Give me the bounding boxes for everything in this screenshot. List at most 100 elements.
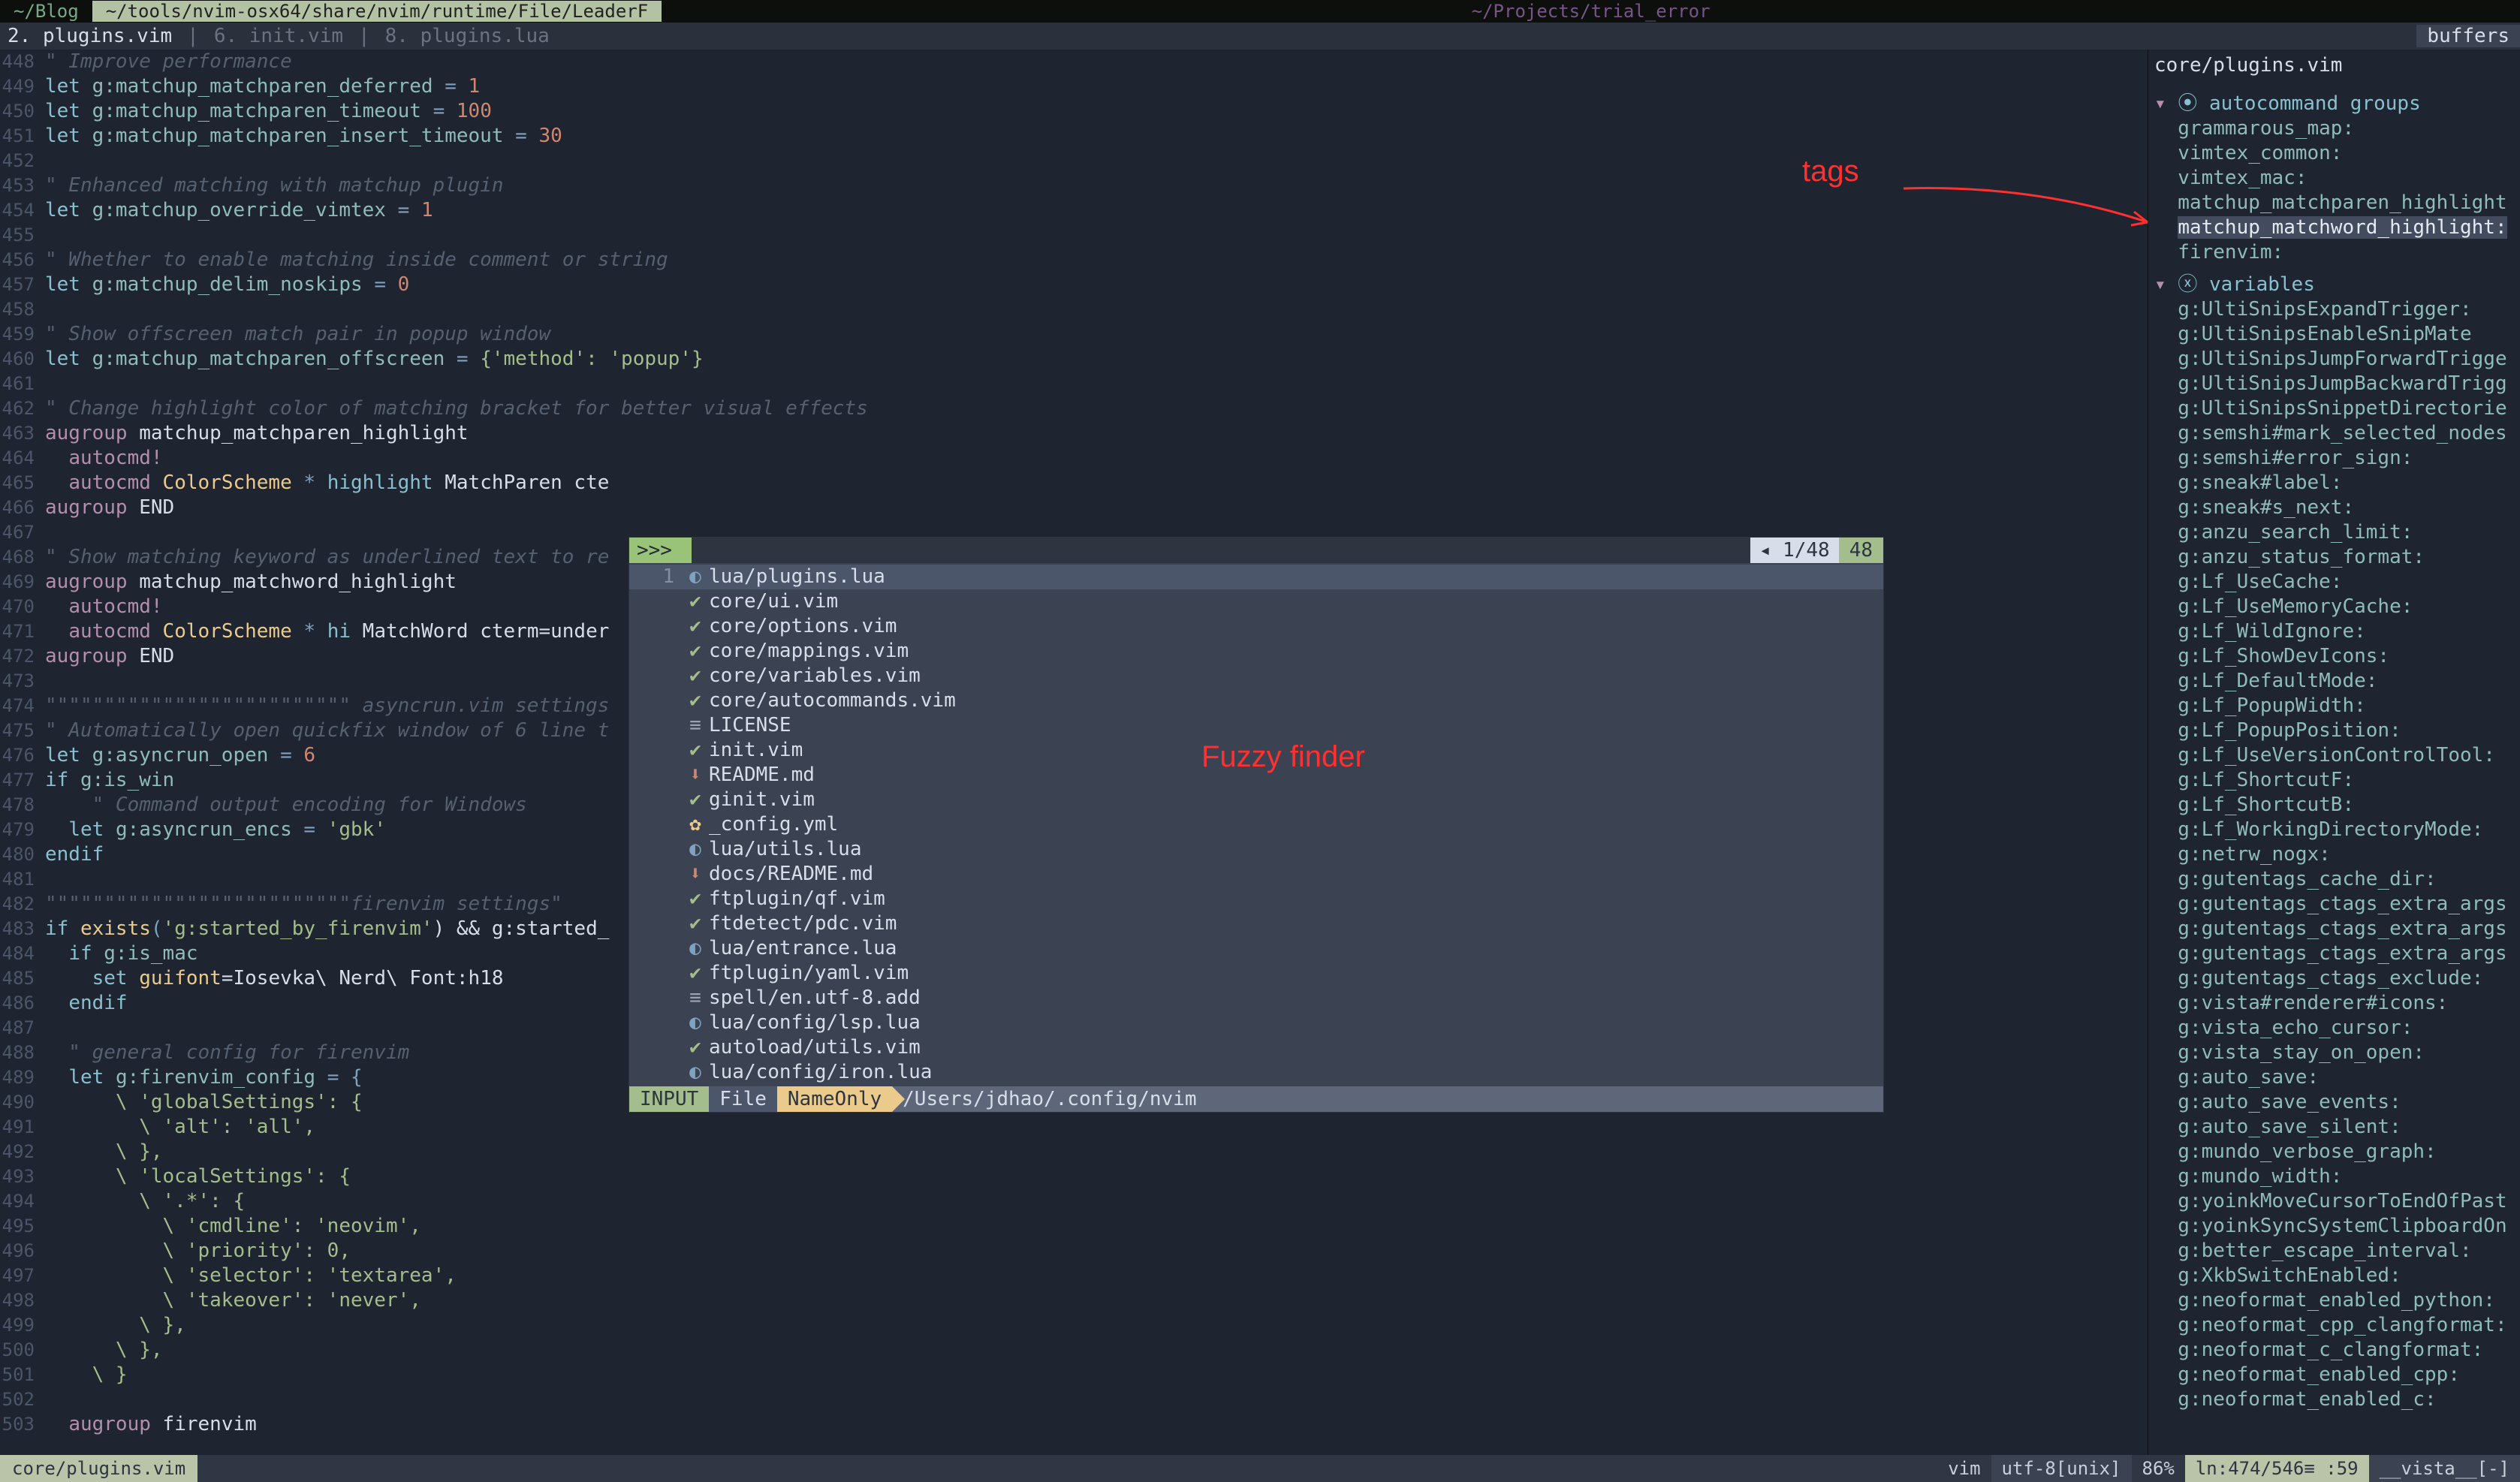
vista-tag[interactable]: g:Lf_ShortcutB:: [2154, 793, 2514, 818]
leaderf-item[interactable]: ✔ftplugin/yaml.vim: [629, 961, 1883, 986]
vista-tag[interactable]: g:netrw_nogx:: [2154, 842, 2514, 867]
leaderf-item[interactable]: ≡spell/en.utf-8.add: [629, 986, 1883, 1011]
leaderf-item[interactable]: ◐lua/config/iron.lua: [629, 1060, 1883, 1085]
vista-tag[interactable]: g:vista_stay_on_open:: [2154, 1041, 2514, 1065]
vista-tag[interactable]: matchup_matchword_highlight:: [2154, 215, 2514, 240]
vista-tag[interactable]: g:gutentags_ctags_exclude:: [2154, 966, 2514, 991]
vista-tag[interactable]: g:mundo_width:: [2154, 1164, 2514, 1189]
vista-tag[interactable]: g:Lf_WorkingDirectoryMode:: [2154, 818, 2514, 842]
leaderf-item[interactable]: ✔autoload/utils.vim: [629, 1035, 1883, 1060]
vista-tag[interactable]: g:yoinkMoveCursorToEndOfPast: [2154, 1189, 2514, 1214]
code-line[interactable]: 451let g:matchup_matchparen_insert_timeo…: [0, 124, 2148, 149]
code-line[interactable]: 458: [0, 297, 2148, 322]
code-line[interactable]: 448" Improve performance: [0, 50, 2148, 74]
leaderf-list[interactable]: 1◐lua/plugins.lua✔core/ui.vim✔core/optio…: [629, 563, 1883, 1086]
code-editor[interactable]: 448" Improve performance449let g:matchup…: [0, 50, 2148, 1455]
buffer-plugins-lua[interactable]: 8. plugins.lua: [378, 25, 557, 47]
vista-tag[interactable]: g:Lf_ShortcutF:: [2154, 768, 2514, 793]
code-line[interactable]: 502: [0, 1387, 2148, 1412]
leaderf-item[interactable]: ✔core/options.vim: [629, 614, 1883, 639]
leaderf-item[interactable]: ≡LICENSE: [629, 713, 1883, 738]
vista-tag[interactable]: g:mundo_verbose_graph:: [2154, 1140, 2514, 1164]
code-line[interactable]: 457let g:matchup_delim_noskips = 0: [0, 273, 2148, 297]
vista-tag[interactable]: g:better_escape_interval:: [2154, 1239, 2514, 1264]
vista-tag[interactable]: g:gutentags_cache_dir:: [2154, 867, 2514, 892]
vista-tag[interactable]: matchup_matchparen_highlight: [2154, 191, 2514, 215]
vista-tag[interactable]: g:UltiSnipsExpandTrigger:: [2154, 297, 2514, 322]
code-line[interactable]: 494 \ '.*': {: [0, 1189, 2148, 1214]
tab-blog[interactable]: ~/Blog: [0, 1, 92, 22]
code-line[interactable]: 464 autocmd!: [0, 446, 2148, 471]
leaderf-item[interactable]: ✔core/variables.vim: [629, 664, 1883, 688]
code-line[interactable]: 465 autocmd ColorScheme * highlight Matc…: [0, 471, 2148, 496]
fuzzy-finder-popup[interactable]: >>> ◂ 1/48 48 1◐lua/plugins.lua✔core/ui.…: [629, 538, 1883, 1112]
vista-tag[interactable]: g:Lf_UseCache:: [2154, 570, 2514, 595]
leaderf-item[interactable]: ✔core/ui.vim: [629, 589, 1883, 614]
vista-tag[interactable]: g:semshi#error_sign:: [2154, 446, 2514, 471]
leaderf-item[interactable]: ◐lua/utils.lua: [629, 837, 1883, 862]
vista-tag[interactable]: g:neoformat_enabled_c:: [2154, 1387, 2514, 1412]
code-line[interactable]: 466augroup END: [0, 496, 2148, 520]
vista-tag[interactable]: g:neoformat_enabled_python:: [2154, 1288, 2514, 1313]
vista-tag[interactable]: g:Lf_ShowDevIcons:: [2154, 644, 2514, 669]
code-line[interactable]: 496 \ 'priority': 0,: [0, 1239, 2148, 1264]
leaderf-item[interactable]: ⬇docs/README.md: [629, 862, 1883, 887]
vista-tag[interactable]: g:sneak#s_next:: [2154, 496, 2514, 520]
code-line[interactable]: 456" Whether to enable matching inside c…: [0, 248, 2148, 273]
vista-tag[interactable]: g:UltiSnipsSnippetDirectorie: [2154, 396, 2514, 421]
vista-tag[interactable]: g:Lf_UseVersionControlTool:: [2154, 743, 2514, 768]
vista-tag[interactable]: g:Lf_PopupPosition:: [2154, 718, 2514, 743]
vista-tag[interactable]: vimtex_mac:: [2154, 166, 2514, 191]
vista-tag[interactable]: g:semshi#mark_selected_nodes: [2154, 421, 2514, 446]
vista-tag[interactable]: g:yoinkSyncSystemClipboardOn: [2154, 1214, 2514, 1239]
buffer-plugins[interactable]: 2. plugins.vim: [0, 25, 179, 47]
vista-tag[interactable]: g:Lf_UseMemoryCache:: [2154, 595, 2514, 619]
code-line[interactable]: 454let g:matchup_override_vimtex = 1: [0, 198, 2148, 223]
code-line[interactable]: 501 \ }: [0, 1363, 2148, 1387]
vista-tag[interactable]: g:Lf_WildIgnore:: [2154, 619, 2514, 644]
leaderf-cursor[interactable]: [680, 538, 692, 563]
vista-sidebar[interactable]: core/plugins.vim ▾ ⦿ autocommand groups …: [2148, 50, 2520, 1455]
vista-section-vars[interactable]: ▾ ⓧ variables: [2154, 273, 2514, 297]
code-line[interactable]: 462" Change highlight color of matching …: [0, 396, 2148, 421]
code-line[interactable]: 498 \ 'takeover': 'never',: [0, 1288, 2148, 1313]
vista-tag[interactable]: g:UltiSnipsJumpBackwardTrigg: [2154, 372, 2514, 396]
leaderf-item[interactable]: ◐lua/entrance.lua: [629, 936, 1883, 961]
vista-tag[interactable]: g:gutentags_ctags_extra_args: [2154, 892, 2514, 917]
code-line[interactable]: 460let g:matchup_matchparen_offscreen = …: [0, 347, 2148, 372]
code-line[interactable]: 463augroup matchup_matchparen_highlight: [0, 421, 2148, 446]
vista-tag[interactable]: g:anzu_status_format:: [2154, 545, 2514, 570]
code-line[interactable]: 495 \ 'cmdline': 'neovim',: [0, 1214, 2148, 1239]
code-line[interactable]: 449let g:matchup_matchparen_deferred = 1: [0, 74, 2148, 99]
buffers-label[interactable]: buffers: [2416, 25, 2520, 47]
code-line[interactable]: 503 augroup firenvim: [0, 1412, 2148, 1437]
vista-tag[interactable]: g:UltiSnipsJumpForwardTrigge: [2154, 347, 2514, 372]
vista-tag[interactable]: grammarous_map:: [2154, 116, 2514, 141]
tab-runtime[interactable]: ~/tools/nvim-osx64/share/nvim/runtime/Fi…: [92, 1, 662, 22]
vista-tag[interactable]: g:auto_save_events:: [2154, 1090, 2514, 1115]
vista-section-autocmd[interactable]: ▾ ⦿ autocommand groups: [2154, 92, 2514, 116]
leaderf-item[interactable]: ✔ginit.vim: [629, 788, 1883, 812]
leaderf-item[interactable]: ✿_config.yml: [629, 812, 1883, 837]
vista-tag[interactable]: g:auto_save:: [2154, 1065, 2514, 1090]
vista-tag[interactable]: g:gutentags_ctags_extra_args: [2154, 941, 2514, 966]
vista-tag[interactable]: g:gutentags_ctags_extra_args: [2154, 917, 2514, 941]
vista-tag[interactable]: g:neoformat_c_clangformat:: [2154, 1338, 2514, 1363]
buffer-init[interactable]: 6. init.vim: [206, 25, 351, 47]
vista-tag[interactable]: g:neoformat_cpp_clangformat:: [2154, 1313, 2514, 1338]
vista-tag[interactable]: g:auto_save_silent:: [2154, 1115, 2514, 1140]
code-line[interactable]: 493 \ 'localSettings': {: [0, 1164, 2148, 1189]
leaderf-item[interactable]: 1◐lua/plugins.lua: [629, 565, 1883, 589]
vista-tag[interactable]: firenvim:: [2154, 240, 2514, 265]
leaderf-item[interactable]: ◐lua/config/lsp.lua: [629, 1011, 1883, 1035]
leaderf-item[interactable]: ✔ftdetect/pdc.vim: [629, 911, 1883, 936]
vista-tag[interactable]: g:vista#renderer#icons:: [2154, 991, 2514, 1016]
vista-tag[interactable]: g:anzu_search_limit:: [2154, 520, 2514, 545]
vista-tag[interactable]: g:XkbSwitchEnabled:: [2154, 1264, 2514, 1288]
vista-tag[interactable]: g:UltiSnipsEnableSnipMate: [2154, 322, 2514, 347]
code-line[interactable]: 500 \ },: [0, 1338, 2148, 1363]
vista-tag[interactable]: g:vista_echo_cursor:: [2154, 1016, 2514, 1041]
code-line[interactable]: 491 \ 'alt': 'all',: [0, 1115, 2148, 1140]
code-line[interactable]: 497 \ 'selector': 'textarea',: [0, 1264, 2148, 1288]
vista-tag[interactable]: g:sneak#label:: [2154, 471, 2514, 496]
